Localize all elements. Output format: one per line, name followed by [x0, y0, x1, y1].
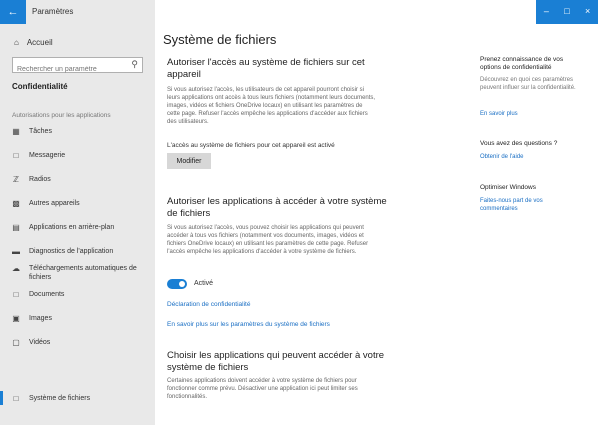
sidebar-item-label: Documents — [29, 291, 65, 298]
privacy-statement-link[interactable]: Déclaration de confidentialité — [167, 301, 250, 308]
sidebar-item-label: Radios — [29, 176, 51, 183]
sidebar-section-title: Confidentialité — [12, 82, 68, 91]
sidebar-item-documents[interactable]: □ Documents — [12, 290, 148, 299]
page-title: Système de fichiers — [163, 32, 277, 47]
close-button[interactable]: × — [577, 0, 598, 24]
sidebar-item-label: Autres appareils — [29, 200, 80, 207]
sidebar-item-diagnostics[interactable]: ▬ Diagnostics de l'application — [12, 247, 148, 256]
diagnostics-icon: ▬ — [12, 247, 20, 256]
title-bar: ← Paramètres – □ × — [0, 0, 598, 24]
search-input[interactable] — [13, 63, 129, 76]
radio-icon: ℤ — [13, 175, 19, 184]
sidebar-item-messagerie[interactable]: □ Messagerie — [12, 151, 148, 160]
document-icon: □ — [13, 290, 19, 299]
sidebar-item-label: Images — [29, 315, 52, 322]
devices-icon: ▩ — [12, 199, 20, 208]
sidebar-item-autres-appareils[interactable]: ▩ Autres appareils — [12, 199, 148, 208]
chat-icon: □ — [13, 151, 19, 160]
section2-description: Si vous autorisez l'accès, vous pouvez c… — [167, 225, 369, 255]
arrow-left-icon: ← — [7, 6, 19, 18]
sidebar-item-telechargements[interactable]: ☁ Téléchargements automatiques de fichie… — [12, 264, 148, 282]
get-help-link[interactable]: Obtenir de l'aide — [480, 153, 580, 161]
section2-heading: Autoriser les applications à accéder à v… — [167, 196, 387, 219]
sidebar-item-taches[interactable]: ▦ Tâches — [12, 127, 148, 136]
file-access-toggle[interactable] — [167, 279, 187, 289]
app-title: Paramètres — [32, 7, 74, 16]
tasks-icon: ▦ — [12, 127, 20, 136]
right-panel-privacy-body: Découvrez en quoi ces paramètres peuvent… — [480, 77, 576, 91]
sidebar-item-videos[interactable]: ▢ Vidéos — [12, 338, 148, 347]
search-icon[interactable]: ⚲ — [131, 59, 138, 70]
section3-heading: Choisir les applications qui peuvent acc… — [167, 350, 385, 373]
window-controls: – □ × — [536, 0, 598, 24]
sidebar-item-systeme-de-fichiers[interactable]: □ Système de fichiers — [0, 391, 148, 405]
sidebar-item-label: Messagerie — [29, 152, 66, 159]
sidebar-item-images[interactable]: ▣ Images — [12, 314, 148, 323]
image-icon: ▣ — [12, 314, 20, 323]
sidebar-item-radios[interactable]: ℤ Radios — [12, 175, 148, 184]
sidebar-item-label: Système de fichiers — [29, 395, 91, 402]
learn-more-file-system-link[interactable]: En savoir plus sur les paramètres du sys… — [167, 321, 330, 328]
right-panel-privacy-heading: Prenez connaissance de vos options de co… — [480, 56, 564, 71]
video-icon: ▢ — [12, 338, 20, 347]
sidebar-item-label: Diagnostics de l'application — [29, 248, 114, 255]
file-system-icon: □ — [13, 394, 19, 403]
toggle-state-label: Activé — [194, 280, 214, 287]
sidebar-group-label: Autorisations pour les applications — [12, 112, 111, 119]
right-panel-questions-heading: Vous avez des questions ? — [480, 140, 558, 147]
sidebar-home-label: Accueil — [26, 38, 53, 47]
sidebar-item-label: Applications en arrière-plan — [29, 224, 115, 231]
right-panel-windows-heading: Optimiser Windows — [480, 184, 536, 191]
sidebar: ⌂ Accueil ⚲ Confidentialité Autorisation… — [0, 24, 155, 425]
learn-more-link[interactable]: En savoir plus — [480, 110, 580, 118]
modify-button[interactable]: Modifier — [167, 153, 211, 169]
search-box: ⚲ — [12, 57, 143, 76]
home-icon: ⌂ — [14, 38, 19, 47]
background-apps-icon: ▤ — [12, 223, 20, 232]
cloud-download-icon: ☁ — [12, 264, 20, 273]
sidebar-item-label: Tâches — [29, 128, 52, 135]
sidebar-item-applications-arriere-plan[interactable]: ▤ Applications en arrière-plan — [12, 223, 148, 232]
back-button[interactable]: ← — [0, 0, 26, 24]
section1-description: Si vous autorisez l'accès, les utilisate… — [167, 87, 376, 125]
maximize-button[interactable]: □ — [557, 0, 578, 24]
section1-heading: Autoriser l'accès au système de fichiers… — [167, 57, 365, 80]
sidebar-item-label: Vidéos — [29, 339, 51, 346]
sidebar-item-label: Téléchargements automatiques de fichiers — [29, 265, 137, 281]
minimize-button[interactable]: – — [536, 0, 557, 24]
feedback-link[interactable]: Faites-nous part de vos commentaires — [480, 197, 580, 213]
section3-description: Certaines applications doivent accéder à… — [167, 378, 358, 400]
sidebar-home[interactable]: ⌂ Accueil — [14, 38, 53, 47]
access-status-text: L'accès au système de fichiers pour cet … — [167, 142, 335, 149]
